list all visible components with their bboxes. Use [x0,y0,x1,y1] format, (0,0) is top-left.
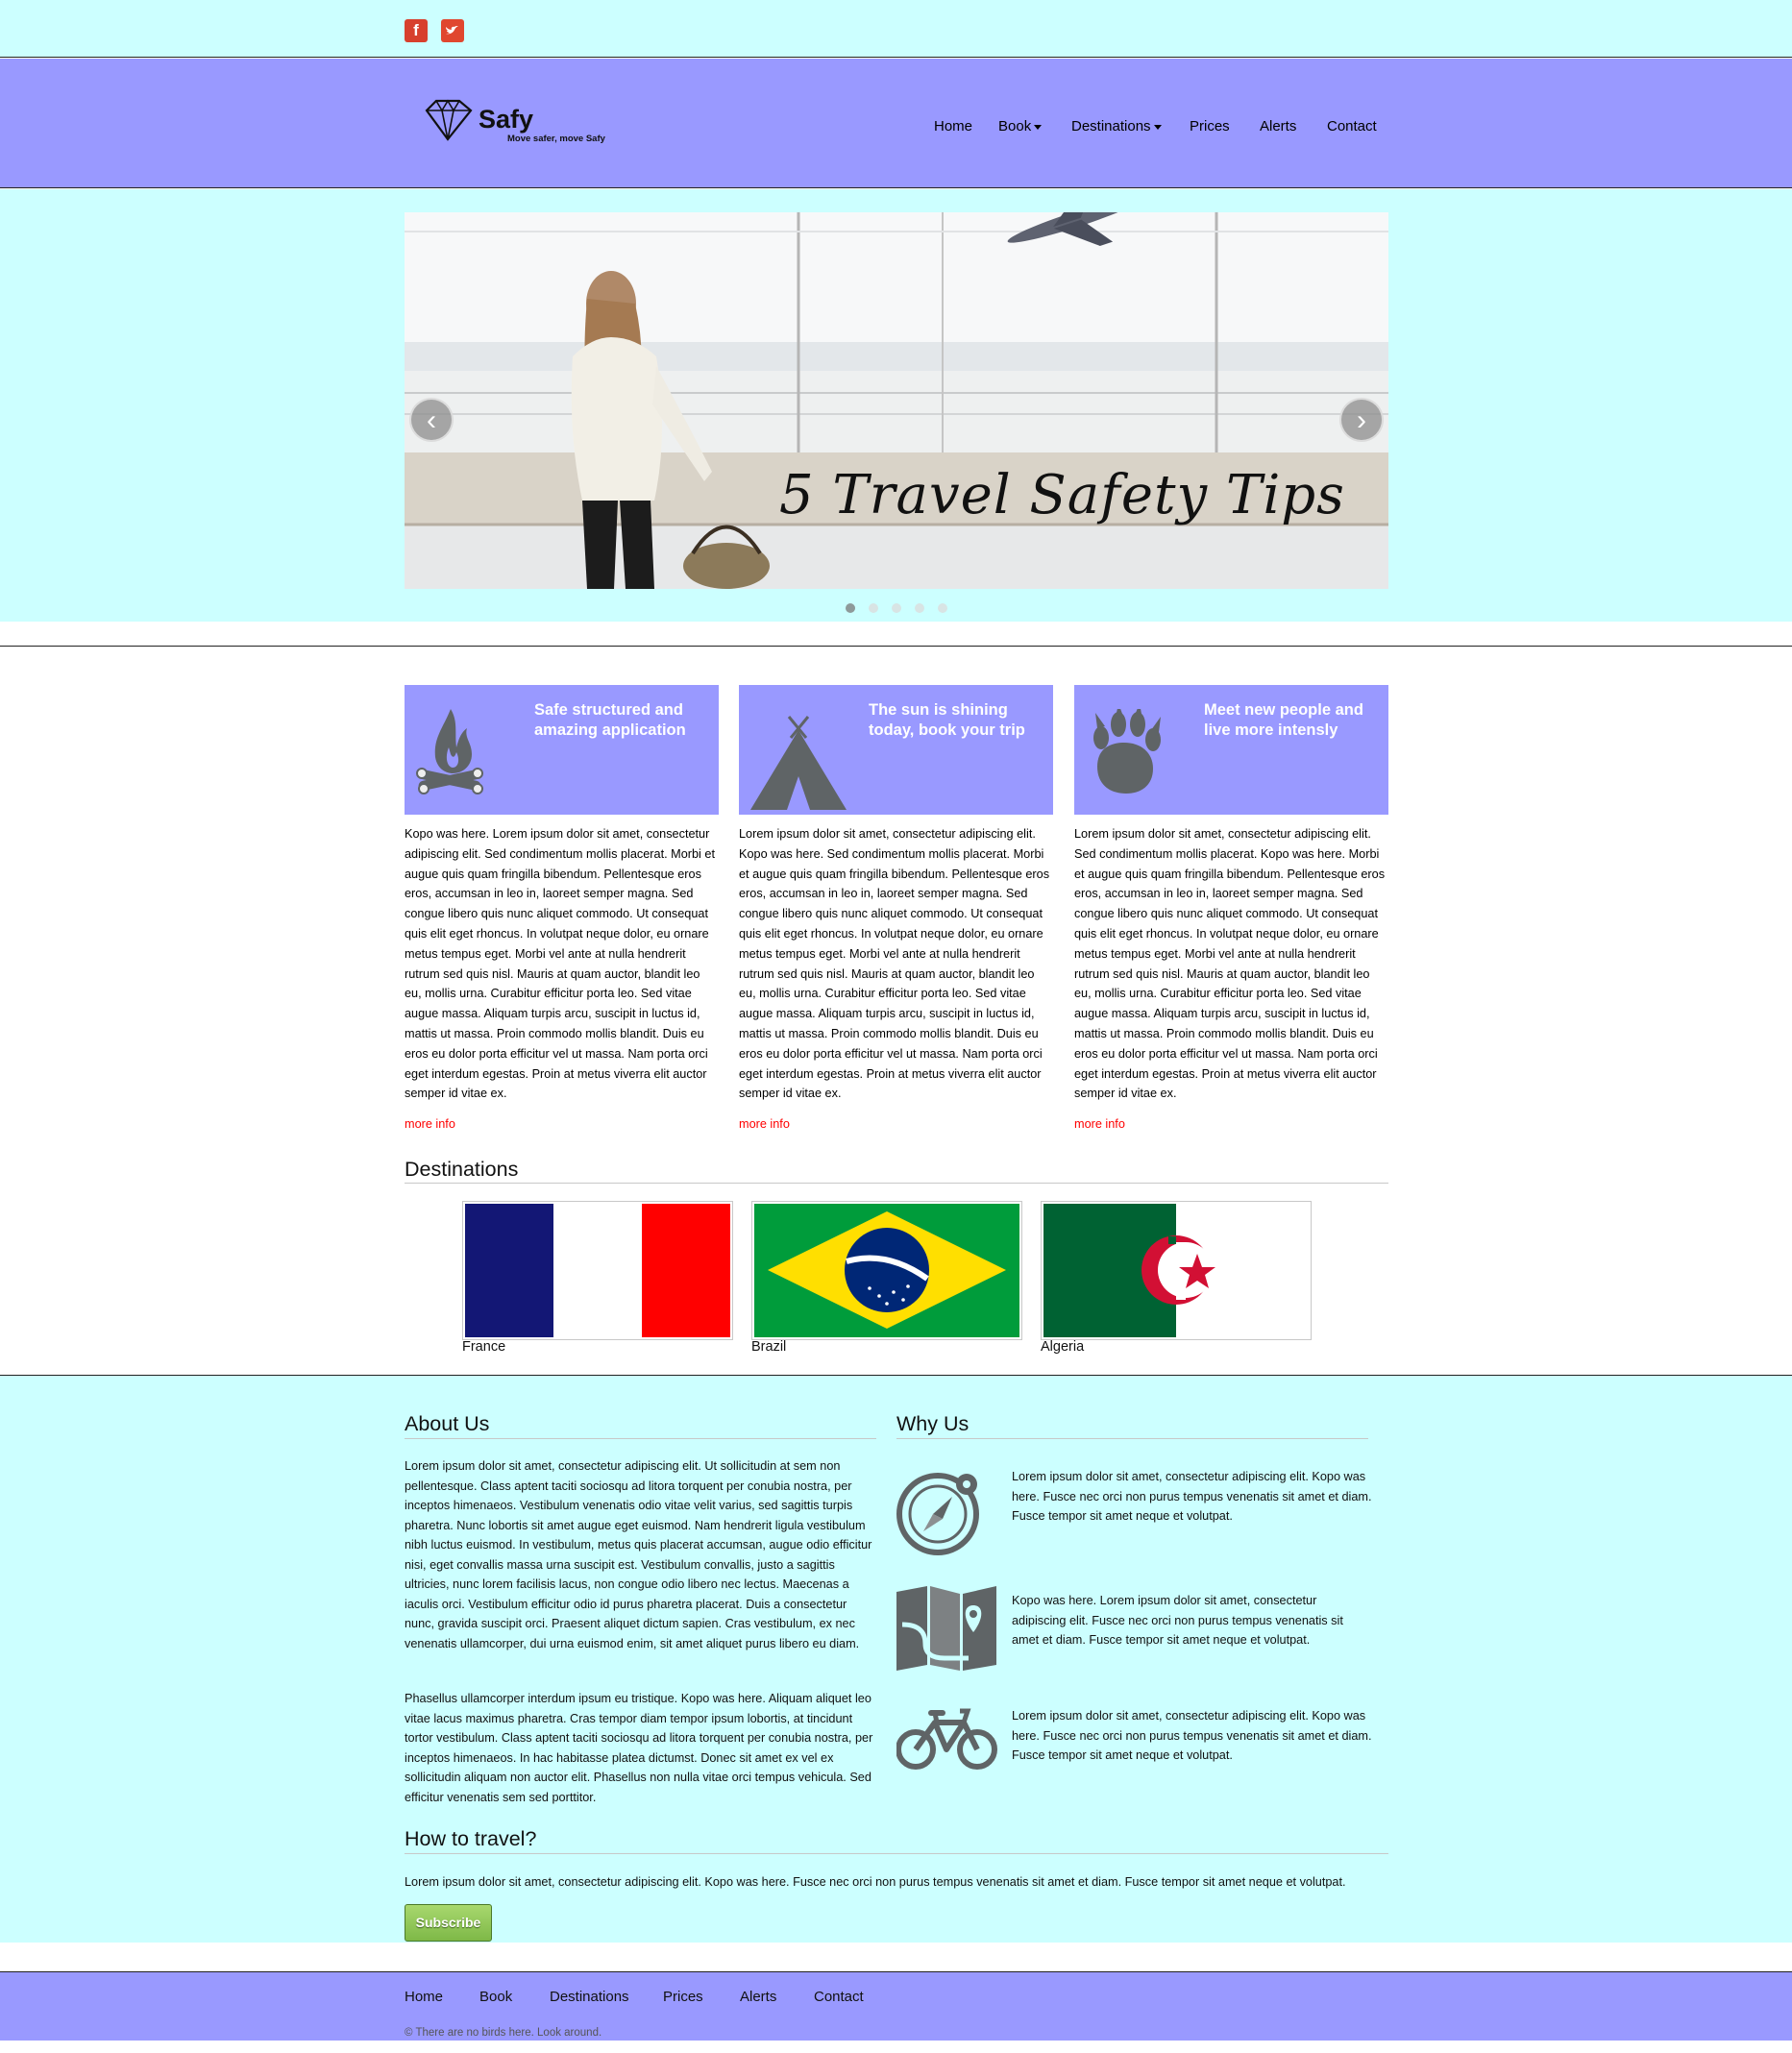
footer-nav-destinations[interactable]: Destinations [550,1989,629,2005]
nav-home[interactable]: Home [934,118,972,134]
hero-slider[interactable]: 5 Travel Safety Tips ‹ › [405,212,1388,589]
feature-title: Safe structured and amazing application [534,701,686,739]
compass-icon [896,1473,979,1555]
feature-text: Kopo was here. Lorem ipsum dolor sit ame… [405,827,715,1101]
heading-rule [405,1183,1388,1184]
twitter-icon[interactable] [441,19,464,42]
feature-title: Meet new people and live more intensly [1204,701,1363,739]
travel-text: Lorem ipsum dolor sit amet, consectetur … [405,1875,1346,1889]
footer-nav-prices[interactable]: Prices [663,1989,703,2005]
why-text: Kopo was here. Lorem ipsum dolor sit ame… [1012,1594,1343,1647]
about-paragraph: Phasellus ullamcorper interdum ipsum eu … [405,1692,873,1804]
footer-nav-alerts[interactable]: Alerts [740,1989,776,2005]
nav-book[interactable]: Book [998,118,1043,134]
more-info-link[interactable]: more info [1074,1117,1388,1131]
destinations-heading: Destinations [405,1158,519,1181]
slider-dot[interactable] [892,603,901,613]
footer-nav-book[interactable]: Book [479,1989,512,2005]
prev-slide-button[interactable]: ‹ [409,398,454,442]
more-info-link[interactable]: more info [405,1117,719,1131]
footer-nav-contact[interactable]: Contact [814,1989,864,2005]
feature-title: The sun is shining today, book your trip [869,701,1025,739]
feature-banner: The sun is shining today, book your trip [739,685,1053,815]
feature-card: Safe structured and amazing application … [405,685,719,1131]
site-header: Safy Move safer, move Safy Home Book Des… [0,59,1792,188]
slider-dot[interactable] [915,603,924,613]
nav-alerts[interactable]: Alerts [1260,118,1296,134]
site-footer: Home Book Destinations Prices Alerts Con… [0,1971,1792,2041]
feature-banner: Safe structured and amazing application [405,685,719,815]
feature-text: Lorem ipsum dolor sit amet, consectetur … [1074,827,1386,1101]
slider-dot[interactable] [846,603,855,613]
logo[interactable]: Safy Move safer, move Safy [421,99,651,157]
hero-caption: 5 Travel Safety Tips [779,464,1345,526]
paw-icon [1093,709,1161,794]
slider-dot[interactable] [938,603,947,613]
heading-rule [896,1438,1368,1439]
copyright: © There are no birds here. Look around. [405,2027,602,2039]
destination-label[interactable]: Brazil [751,1339,786,1355]
france-flag-icon [465,1204,730,1337]
caret-down-icon [1034,124,1043,130]
brazil-flag-icon [754,1204,1019,1337]
feature-card: The sun is shining today, book your trip… [739,685,1053,1131]
feature-card: Meet new people and live more intensly L… [1074,685,1388,1131]
about-paragraph: Lorem ipsum dolor sit amet, consectetur … [405,1459,872,1650]
campfire-icon [416,709,483,794]
destination-algeria[interactable] [1041,1201,1312,1340]
destination-france[interactable] [462,1201,733,1340]
diamond-icon [425,99,473,141]
destination-label[interactable]: Algeria [1041,1339,1084,1355]
nav-book-label: Book [998,118,1032,134]
feature-text: Lorem ipsum dolor sit amet, consectetur … [739,827,1050,1101]
caret-down-icon [1153,124,1162,130]
heading-rule [405,1853,1388,1854]
nav-contact[interactable]: Contact [1327,118,1377,134]
feature-banner: Meet new people and live more intensly [1074,685,1388,815]
why-heading: Why Us [896,1412,970,1435]
bicycle-icon [896,1708,997,1770]
why-text: Lorem ipsum dolor sit amet, consectetur … [1012,1470,1372,1523]
destination-label[interactable]: France [462,1339,505,1355]
next-slide-button[interactable]: › [1339,398,1384,442]
facebook-icon[interactable]: f [405,19,428,42]
hero-image [405,212,1388,589]
footer-nav-home[interactable]: Home [405,1989,443,2005]
map-icon [896,1586,996,1671]
destination-brazil[interactable] [751,1201,1022,1340]
nav-destinations[interactable]: Destinations [1071,118,1162,134]
nav-destinations-label: Destinations [1071,118,1151,134]
tent-icon [750,716,847,810]
heading-rule [405,1438,876,1439]
subscribe-button[interactable]: Subscribe [405,1904,492,1942]
logo-name: Safy [479,105,534,134]
social-bar: f [0,0,1792,58]
about-heading: About Us [405,1412,490,1435]
algeria-flag-icon [1043,1204,1309,1337]
slider-dot[interactable] [869,603,878,613]
divider [0,646,1792,647]
logo-tagline: Move safer, move Safy [507,134,605,144]
travel-heading: How to travel? [405,1827,537,1850]
more-info-link[interactable]: more info [739,1117,1053,1131]
nav-prices[interactable]: Prices [1190,118,1230,134]
why-text: Lorem ipsum dolor sit amet, consectetur … [1012,1709,1372,1762]
